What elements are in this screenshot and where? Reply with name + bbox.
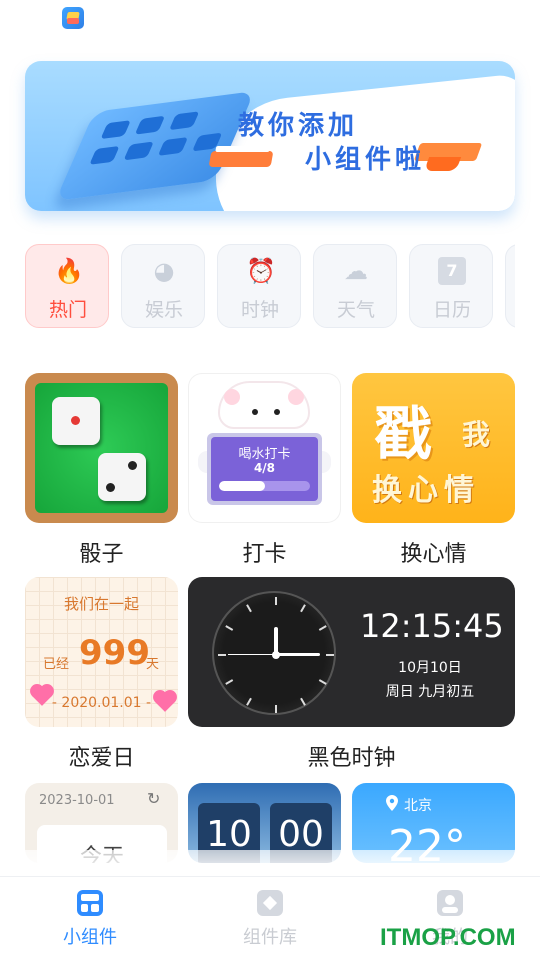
nav-label: 组件库: [243, 927, 297, 948]
app-logo-icon: [62, 7, 84, 29]
profile-icon: [437, 890, 463, 916]
clock-tick: [225, 625, 234, 631]
tab-label: 日历: [432, 299, 471, 321]
status-bar: [0, 0, 540, 40]
calendar-icon: 7: [438, 257, 466, 285]
bear-illustration: [218, 381, 310, 429]
checkin-title: 喝水打卡: [238, 447, 291, 462]
black-clock-label: 黑色时钟: [307, 746, 396, 771]
mood-big-text: 戳: [374, 400, 433, 468]
mood-label: 换心情: [400, 542, 467, 567]
love-prefix: 已经: [43, 657, 70, 672]
tab-hot[interactable]: 🔥 热门: [25, 244, 109, 328]
tab-label: 娱乐: [144, 299, 183, 321]
checkin-count: 4/8: [253, 461, 276, 475]
clock-lunar-date: 周日 九月初五: [385, 684, 475, 700]
game-icon: ◕: [153, 257, 175, 285]
clock-tick: [318, 625, 327, 631]
home-screen: 教你添加 小组件啦 🔥 热门 ◕ 娱乐 ⏰ 时钟 ☁ 天气 7 日历 骰子 喝水…: [0, 0, 540, 960]
tab-label: 天气: [336, 299, 375, 321]
love-day-widget[interactable]: 我们在一起 已经 999 天 - 2020.01.01 -: [25, 577, 178, 727]
checkin-widget[interactable]: 喝水打卡 4/8: [188, 373, 341, 523]
black-clock-widget[interactable]: 12:15:45 10月10日 周日 九月初五: [188, 577, 515, 727]
weather-city: 北京: [404, 798, 432, 814]
memo-date: 2023-10-01: [39, 793, 115, 808]
location-pin-icon: [386, 795, 398, 811]
refresh-icon[interactable]: ↻: [147, 789, 160, 808]
checkin-label: 打卡: [242, 542, 287, 567]
clock-tick: [225, 679, 234, 685]
mood-widget[interactable]: 戳 我 换心情: [352, 373, 515, 523]
dice-widget[interactable]: [25, 373, 178, 523]
love-title: 我们在一起: [63, 595, 139, 613]
tab-weather[interactable]: ☁ 天气: [313, 244, 397, 328]
nav-library[interactable]: 组件库: [210, 887, 330, 953]
category-tabs: 🔥 热门 ◕ 娱乐 ⏰ 时钟 ☁ 天气 7 日历: [25, 244, 515, 328]
site-watermark: ITMOP.COM: [380, 924, 516, 951]
dice-label: 骰子: [79, 542, 124, 567]
checkin-progress-bar: [219, 481, 310, 491]
digital-time: 12:15:45: [360, 607, 504, 645]
clock-tick: [326, 654, 334, 656]
banner-title-line2: 小组件啦: [305, 145, 426, 175]
tutorial-banner[interactable]: 教你添加 小组件啦: [25, 61, 515, 211]
alarm-clock-icon: ⏰: [246, 257, 276, 285]
second-hand: [228, 654, 278, 655]
clock-tick: [318, 679, 327, 685]
clock-tick: [218, 654, 226, 656]
analog-clock-face: [212, 591, 336, 715]
dice-table: [35, 383, 168, 513]
checkin-board: 喝水打卡 4/8: [207, 433, 322, 505]
widget-grid-icon: [77, 890, 103, 916]
love-days: 999: [79, 633, 150, 673]
banner-title-line1: 教你添加: [238, 111, 359, 141]
scroll-fade: [0, 850, 540, 876]
clock-tick: [246, 604, 252, 613]
clock-tick: [300, 697, 306, 706]
clock-center: [272, 651, 280, 659]
clock-tick: [275, 597, 277, 605]
nav-widgets[interactable]: 小组件: [30, 887, 150, 953]
mood-change-text: 换心情: [372, 473, 480, 508]
tab-label: 时钟: [240, 299, 279, 321]
fire-icon: 🔥: [54, 257, 84, 285]
book-icon: [208, 151, 274, 167]
tab-label: 热门: [48, 299, 87, 321]
die-two: [98, 453, 146, 501]
tab-more-partial[interactable]: [505, 244, 515, 328]
nav-label: 小组件: [63, 927, 117, 948]
minute-hand: [276, 653, 320, 656]
cloud-icon: ☁: [344, 257, 368, 285]
love-suffix: 天: [146, 657, 160, 672]
clock-tick: [300, 604, 306, 613]
mood-me-text: 我: [462, 418, 491, 451]
die-one: [52, 397, 100, 445]
clock-date: 10月10日: [398, 660, 462, 676]
clock-tick: [246, 697, 252, 706]
tab-entertainment[interactable]: ◕ 娱乐: [121, 244, 205, 328]
widget-library-icon: [257, 890, 283, 916]
clock-tick: [275, 705, 277, 713]
love-day-label: 恋爱日: [68, 746, 135, 771]
checkin-progress-fill: [219, 481, 265, 491]
tab-calendar[interactable]: 7 日历: [409, 244, 493, 328]
tab-clock[interactable]: ⏰ 时钟: [217, 244, 301, 328]
